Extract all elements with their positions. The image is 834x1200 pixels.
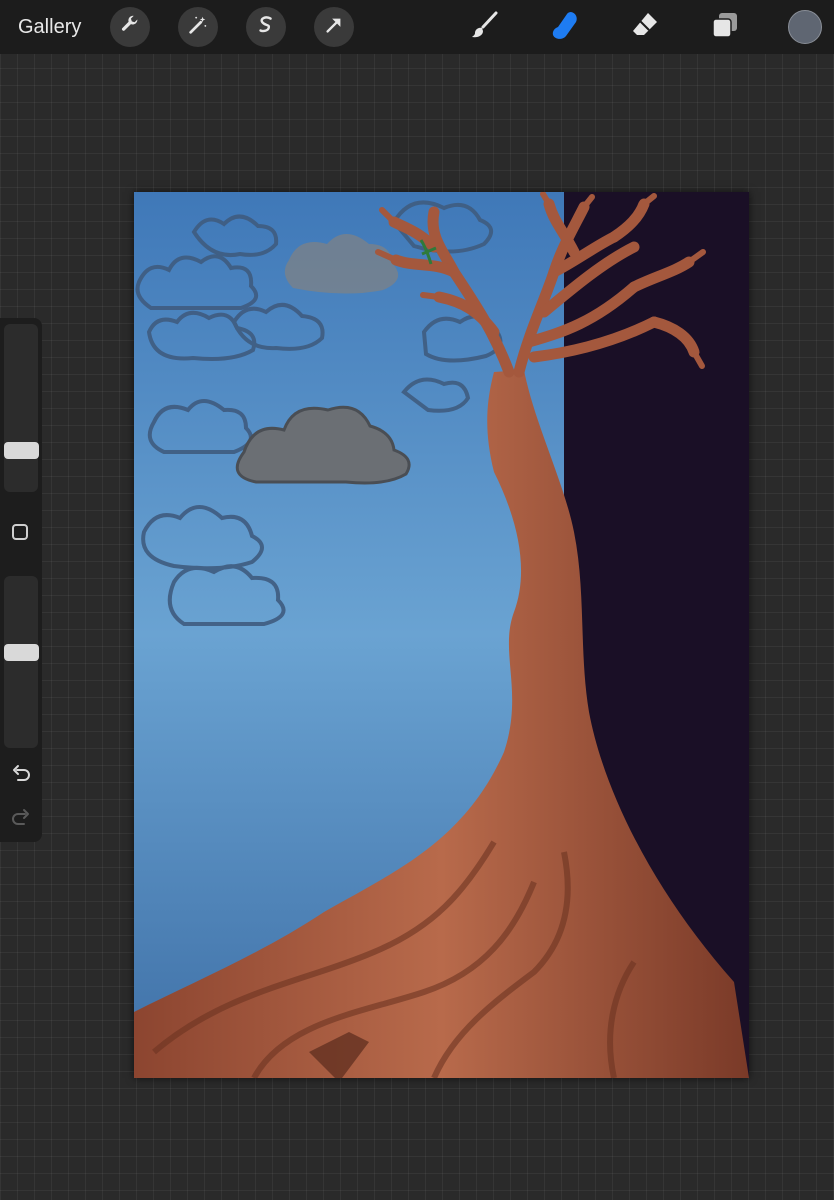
eraser-tool-button[interactable] bbox=[626, 8, 664, 46]
undo-icon[interactable] bbox=[10, 764, 32, 786]
eraser-icon bbox=[630, 10, 660, 45]
brush-size-handle[interactable] bbox=[4, 442, 39, 459]
transform-button[interactable] bbox=[314, 7, 354, 47]
drawing-canvas[interactable] bbox=[134, 192, 749, 1078]
transform-arrow-icon bbox=[323, 14, 345, 41]
sidebar bbox=[0, 318, 42, 842]
selection-icon bbox=[255, 14, 277, 41]
redo-icon[interactable] bbox=[10, 808, 32, 830]
brush-tool-button[interactable] bbox=[466, 8, 504, 46]
smudge-tool-button[interactable] bbox=[546, 8, 584, 46]
gallery-button[interactable]: Gallery bbox=[18, 14, 81, 40]
artwork bbox=[134, 192, 749, 1078]
layers-button[interactable] bbox=[706, 8, 744, 46]
magic-wand-icon bbox=[187, 14, 209, 41]
opacity-handle[interactable] bbox=[4, 644, 39, 661]
selection-button[interactable] bbox=[246, 7, 286, 47]
brush-size-slider[interactable] bbox=[4, 324, 38, 492]
wrench-icon bbox=[119, 14, 141, 41]
opacity-slider[interactable] bbox=[4, 576, 38, 748]
smudge-icon bbox=[549, 9, 581, 46]
layers-icon bbox=[710, 10, 740, 45]
top-toolbar: Gallery bbox=[0, 0, 834, 54]
modify-button[interactable] bbox=[12, 524, 28, 540]
brush-icon bbox=[470, 10, 500, 45]
adjustments-button[interactable] bbox=[178, 7, 218, 47]
color-picker-button[interactable] bbox=[788, 10, 822, 44]
actions-button[interactable] bbox=[110, 7, 150, 47]
